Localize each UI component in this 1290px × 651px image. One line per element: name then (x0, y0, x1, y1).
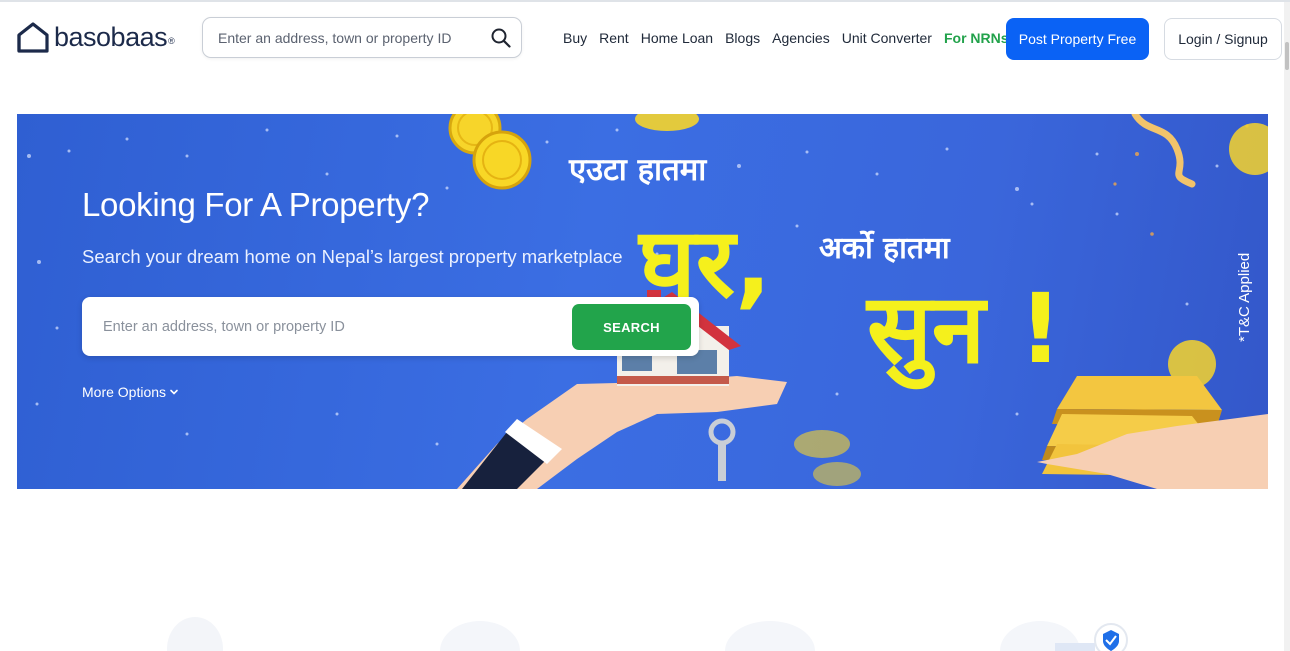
more-options-label: More Options (82, 384, 167, 400)
tc-applied-label: *T&C Applied (1236, 253, 1253, 342)
main-nav: Buy Rent Home Loan Blogs Agencies Unit C… (563, 27, 1021, 49)
banner-word2: सुन ! (865, 273, 1062, 390)
hero-banner: एउटा हातमा घर, अर्को हातमा सुन ! Looking… (17, 114, 1268, 489)
banner-line1: एउटा हातमा (568, 152, 707, 188)
search-icon[interactable] (490, 27, 512, 49)
hero-subtitle: Search your dream home on Nepal’s larges… (82, 246, 623, 267)
house-logo-icon (17, 22, 49, 53)
ribbon (1131, 114, 1196, 188)
nav-for-nrns[interactable]: For NRNs (944, 30, 1009, 46)
more-options-toggle[interactable]: More Options (82, 384, 179, 400)
hero-search-button[interactable]: SEARCH (572, 304, 691, 350)
site-logo[interactable]: basobaas ® (16, 20, 175, 54)
features-section (0, 489, 1284, 651)
nav-blogs[interactable]: Blogs (725, 30, 760, 46)
features-illustrations (167, 617, 1128, 651)
hero-title: Looking For A Property? (82, 186, 430, 223)
nav-home-loan[interactable]: Home Loan (641, 30, 713, 46)
nav-unit-converter[interactable]: Unit Converter (842, 30, 932, 46)
page-scrollbar[interactable] (1284, 2, 1290, 651)
login-signup-button[interactable]: Login / Signup (1164, 18, 1282, 60)
hero-search-input[interactable] (103, 317, 553, 337)
nav-rent[interactable]: Rent (599, 30, 629, 46)
nav-buy[interactable]: Buy (563, 30, 587, 46)
header-search-box (202, 17, 522, 58)
registered-mark: ® (168, 36, 175, 46)
hero-search-box: SEARCH (82, 297, 699, 356)
nav-agencies[interactable]: Agencies (772, 30, 830, 46)
tc-text: *T&C Applied (1236, 253, 1253, 342)
coin-blur-2 (813, 462, 861, 486)
hand-with-gold-bars (1037, 340, 1268, 489)
site-header: basobaas ® Buy Rent Home Loan Blogs Agen… (0, 2, 1284, 72)
banner-line2: अर्को हातमा (819, 230, 951, 266)
logo-text: basobaas (54, 22, 168, 52)
coin-blur-1 (794, 430, 850, 458)
scrollbar-thumb[interactable] (1285, 42, 1289, 70)
chevron-down-icon (170, 389, 178, 395)
coin-corner (1229, 123, 1268, 175)
header-search-input[interactable] (218, 28, 478, 48)
post-property-button[interactable]: Post Property Free (1006, 18, 1149, 60)
